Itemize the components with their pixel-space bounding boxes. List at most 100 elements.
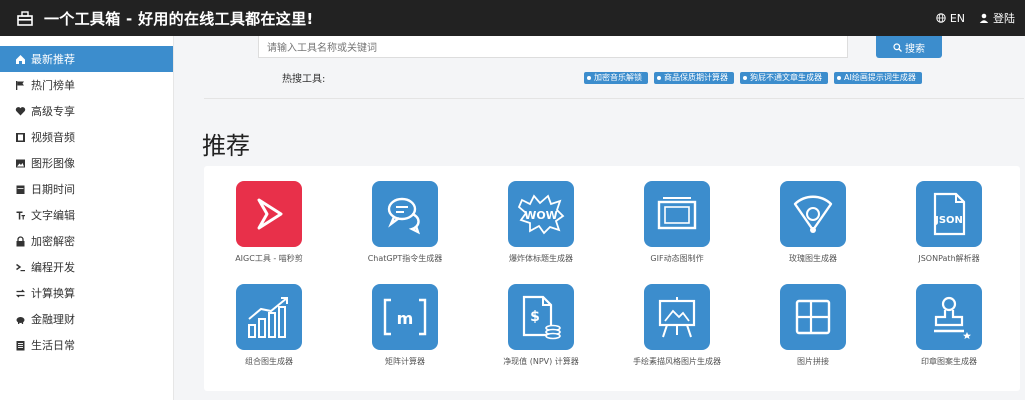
lock-icon xyxy=(14,235,26,247)
tool-name: 手绘素描风格图片生成器 xyxy=(633,357,721,366)
fan-chart-icon xyxy=(780,181,846,247)
toolbox-logo-icon[interactable] xyxy=(16,9,34,27)
tool-item[interactable]: 手绘素描风格图片生成器 xyxy=(612,284,742,367)
hot-tag[interactable]: 狗屁不通文章生成器 xyxy=(740,71,828,84)
dollar-doc-icon: $ xyxy=(508,284,574,350)
sidebar-item-label: 金融理财 xyxy=(31,313,75,326)
sidebar-item-label: 高级专享 xyxy=(31,105,75,118)
grid-layout-icon xyxy=(780,284,846,350)
terminal-icon xyxy=(14,261,26,273)
tool-name: AIGC工具 - 喵秒剪 xyxy=(235,254,303,263)
tool-name: 玫瑰图生成器 xyxy=(789,254,837,263)
tool-name: ChatGPT指令生成器 xyxy=(367,254,443,263)
sidebar-item-text-edit[interactable]: 文字编辑 xyxy=(0,202,173,228)
search-button-label: 搜索 xyxy=(905,43,925,55)
site-title[interactable]: 一个工具箱 - 好用的在线工具都在这里! xyxy=(44,8,314,29)
sidebar-item-premium[interactable]: 高级专享 xyxy=(0,98,173,124)
hot-tag[interactable]: 加密音乐解锁 xyxy=(584,71,648,84)
tool-item[interactable]: 组合图生成器 xyxy=(204,284,334,367)
sidebar-item-label: 文字编辑 xyxy=(31,209,75,222)
wow-icon: WOW xyxy=(508,181,574,247)
play-logo-icon xyxy=(236,181,302,247)
section-title: 推荐 xyxy=(202,132,250,160)
language-label: EN xyxy=(949,11,965,25)
language-switch[interactable]: EN xyxy=(936,12,965,25)
tool-name: 矩阵计算器 xyxy=(385,357,425,366)
sidebar-item-image[interactable]: 图形图像 xyxy=(0,150,173,176)
film-frame-icon xyxy=(644,181,710,247)
sidebar-item-label: 视频音频 xyxy=(31,131,75,144)
main-content: 搜索 热搜工具: 加密音乐解锁 商品保质期计算器 狗屁不通文章生成器 AI绘画提… xyxy=(174,36,1025,400)
list-icon xyxy=(14,339,26,351)
tool-name: GIF动态图制作 xyxy=(650,254,704,263)
tool-item[interactable]: ChatGPT指令生成器 xyxy=(340,181,470,264)
sidebar-item-label: 图形图像 xyxy=(31,157,75,170)
globe-icon xyxy=(936,13,946,23)
exchange-icon xyxy=(14,287,26,299)
sidebar-item-encrypt[interactable]: 加密解密 xyxy=(0,228,173,254)
chat-bubbles-icon xyxy=(372,181,438,247)
search-button[interactable]: 搜索 xyxy=(876,36,942,58)
search-box xyxy=(258,36,848,59)
stamp-icon xyxy=(916,284,982,350)
sidebar: 最新推荐 热门榜单 高级专享 视频音频 图形图像 日期时间 文字编辑 加密解密 … xyxy=(0,36,174,400)
hot-tag[interactable]: AI绘画提示词生成器 xyxy=(834,71,922,84)
film-icon xyxy=(14,131,26,143)
svg-text:m: m xyxy=(397,309,414,328)
tool-item[interactable]: 图片拼接 xyxy=(748,284,878,367)
hot-tag[interactable]: 商品保质期计算器 xyxy=(654,71,734,84)
home-icon xyxy=(14,53,26,65)
user-icon xyxy=(979,13,989,23)
tool-name: 图片拼接 xyxy=(797,357,829,366)
hot-searches-label: 热搜工具: xyxy=(282,74,326,85)
login-link[interactable]: 登陆 xyxy=(979,10,1015,26)
sidebar-item-programming[interactable]: 编程开发 xyxy=(0,254,173,280)
search-icon xyxy=(893,42,902,52)
tool-name: JSONPath解析器 xyxy=(918,254,980,263)
bar-chart-icon xyxy=(236,284,302,350)
heart-icon xyxy=(14,105,26,117)
top-bar: 一个工具箱 - 好用的在线工具都在这里! EN 登陆 xyxy=(0,0,1025,36)
tool-name: 印章图案生成器 xyxy=(921,357,977,366)
piggy-bank-icon xyxy=(14,313,26,325)
json-file-icon: JSON xyxy=(916,181,982,247)
calendar-icon xyxy=(14,183,26,195)
sidebar-item-datetime[interactable]: 日期时间 xyxy=(0,176,173,202)
divider xyxy=(204,98,1024,99)
sidebar-item-finance[interactable]: 金融理财 xyxy=(0,306,173,332)
sidebar-item-label: 编程开发 xyxy=(31,261,75,274)
search-input[interactable] xyxy=(259,38,847,59)
tool-item[interactable]: GIF动态图制作 xyxy=(612,181,742,264)
tool-name: 组合图生成器 xyxy=(245,357,293,366)
sidebar-item-label: 计算换算 xyxy=(31,287,75,300)
sidebar-item-video-audio[interactable]: 视频音频 xyxy=(0,124,173,150)
tool-item[interactable]: m 矩阵计算器 xyxy=(340,284,470,367)
tool-name: 净现值 (NPV) 计算器 xyxy=(503,357,579,366)
sidebar-item-label: 热门榜单 xyxy=(31,79,75,92)
svg-text:WOW: WOW xyxy=(524,209,558,222)
easel-icon xyxy=(644,284,710,350)
sidebar-item-label: 加密解密 xyxy=(31,235,75,248)
sidebar-item-label: 日期时间 xyxy=(31,183,75,196)
text-icon xyxy=(14,209,26,221)
sidebar-item-latest[interactable]: 最新推荐 xyxy=(0,46,173,72)
matrix-icon: m xyxy=(372,284,438,350)
tool-name: 爆炸体标题生成器 xyxy=(509,254,573,263)
tool-item[interactable]: JSON JSONPath解析器 xyxy=(884,181,1014,264)
recommended-tools-card: AIGC工具 - 喵秒剪 ChatGPT指令生成器 WOW 爆炸体标题生成器 G… xyxy=(204,166,1020,391)
tool-item[interactable]: $ 净现值 (NPV) 计算器 xyxy=(476,284,606,367)
tool-item[interactable]: 印章图案生成器 xyxy=(884,284,1014,367)
tool-item[interactable]: 玫瑰图生成器 xyxy=(748,181,878,264)
sidebar-item-label: 生活日常 xyxy=(31,339,75,352)
sidebar-item-label: 最新推荐 xyxy=(31,53,75,66)
login-label: 登陆 xyxy=(993,12,1015,25)
svg-text:JSON: JSON xyxy=(934,215,963,226)
sidebar-item-hot[interactable]: 热门榜单 xyxy=(0,72,173,98)
tool-item[interactable]: WOW 爆炸体标题生成器 xyxy=(476,181,606,264)
hot-searches: 热搜工具: 加密音乐解锁 商品保质期计算器 狗屁不通文章生成器 AI绘画提示词生… xyxy=(282,70,922,85)
svg-text:$: $ xyxy=(530,309,540,325)
sidebar-item-daily-life[interactable]: 生活日常 xyxy=(0,332,173,358)
tool-item[interactable]: AIGC工具 - 喵秒剪 xyxy=(204,181,334,264)
sidebar-item-calculate[interactable]: 计算换算 xyxy=(0,280,173,306)
flag-icon xyxy=(14,79,26,91)
